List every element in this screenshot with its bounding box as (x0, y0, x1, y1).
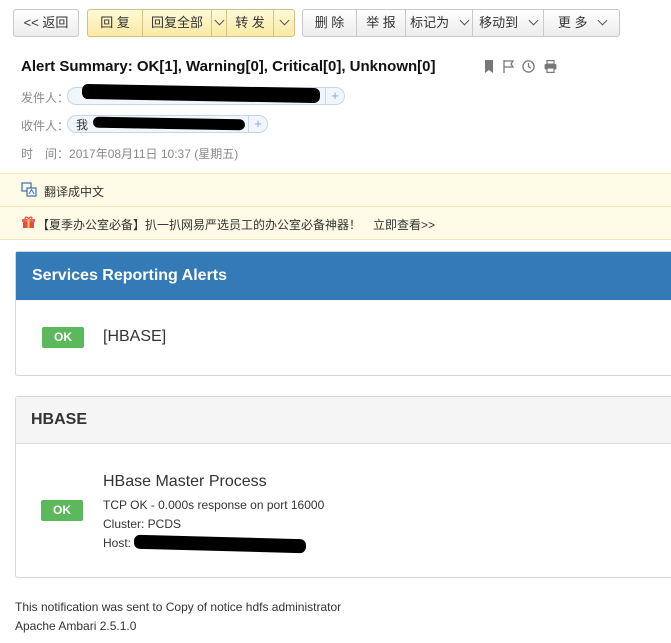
chevron-down-icon (279, 15, 290, 26)
status-badge: OK (41, 500, 83, 521)
promo-link[interactable]: 立即查看>> (373, 216, 435, 233)
reply-all-dropdown[interactable] (211, 10, 226, 36)
time-label: 时 间： (21, 147, 70, 161)
recipient-me: 我 (76, 118, 89, 132)
services-panel-header: Services Reporting Alerts (16, 252, 671, 300)
move-to-label: 移动到 (479, 15, 519, 30)
promo-text: 【夏季办公室必备】扒一扒网易严选员工的办公室必备神器！ (37, 218, 362, 232)
alert-cluster: Cluster: PCDS (103, 517, 182, 531)
service-name: [HBASE] (103, 328, 167, 345)
clock-icon[interactable] (522, 60, 535, 78)
alert-detail: TCP OK - 0.000s response on port 16000 (103, 498, 325, 512)
translate-bar: 翻译成中文 (0, 173, 671, 206)
hbase-panel-title: HBASE (31, 411, 88, 428)
promo-bar: 【夏季办公室必备】扒一扒网易严选员工的办公室必备神器！ 立即查看>> (0, 206, 671, 240)
print-icon[interactable] (544, 60, 557, 78)
to-label: 收件人： (21, 119, 70, 133)
hbase-panel-header: HBASE (16, 397, 671, 444)
add-contact-button[interactable]: + (248, 115, 267, 133)
forward-button[interactable]: 转 发 (226, 10, 273, 36)
translate-link[interactable]: 翻译成中文 (44, 183, 104, 200)
reply-all-button[interactable]: 回复全部 (142, 10, 211, 36)
more-button[interactable]: 更 多 (543, 10, 620, 36)
delete-button[interactable]: 删 除 (303, 10, 356, 36)
footer-version: Apache Ambari 2.5.1.0 (15, 619, 137, 633)
redacted-host (133, 534, 307, 554)
services-panel-title: Services Reporting Alerts (32, 267, 228, 284)
gift-icon (22, 216, 35, 234)
chevron-down-icon (214, 15, 224, 26)
chevron-down-icon (597, 15, 608, 26)
action-button-group: 删 除 举 报 标记为 移动到 更 多 (302, 9, 620, 37)
more-label: 更 多 (557, 15, 588, 30)
bookmark-icon[interactable] (484, 60, 494, 78)
email-subject: Alert Summary: OK[1], Warning[0], Critic… (21, 58, 436, 75)
reply-button-group: 回 复 回复全部 转 发 (87, 9, 295, 37)
mark-as-button[interactable]: 标记为 (405, 10, 472, 36)
move-to-button[interactable]: 移动到 (472, 10, 543, 36)
sent-time: 时 间：2017年08月11日 10:37 (星期五) (21, 145, 238, 162)
chevron-down-icon (459, 15, 470, 26)
chevron-down-icon (528, 15, 539, 26)
translate-icon (21, 182, 37, 202)
mark-as-label: 标记为 (410, 15, 450, 30)
back-button[interactable]: << 返回 (13, 9, 79, 37)
alert-host-label: Host: (103, 536, 132, 550)
footer-notice: This notification was sent to Copy of no… (15, 600, 342, 614)
add-contact-button[interactable]: + (325, 87, 344, 105)
forward-dropdown[interactable] (273, 10, 295, 36)
flag-icon[interactable] (503, 60, 515, 78)
reply-button[interactable]: 回 复 (88, 10, 142, 36)
alert-title: HBase Master Process (103, 473, 267, 490)
report-button[interactable]: 举 报 (356, 10, 405, 36)
from-label: 发件人： (21, 91, 70, 105)
status-badge: OK (42, 327, 84, 348)
time-value: 2017年08月11日 10:37 (星期五) (69, 147, 239, 161)
services-panel: Services Reporting Alerts OK [HBASE] (15, 251, 671, 376)
hbase-panel: HBASE OK HBase Master Process TCP OK - 0… (15, 396, 671, 578)
